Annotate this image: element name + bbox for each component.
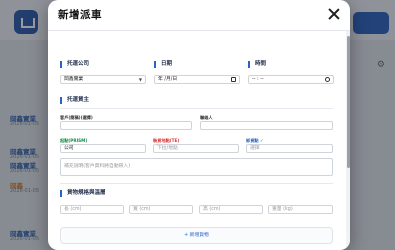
cargo-width-input[interactable]: 寬 (cm)	[129, 205, 193, 214]
loading-point-input[interactable]: 下拉/地點	[153, 144, 239, 153]
scrollbar-thumb[interactable]	[347, 36, 350, 168]
clock-icon	[325, 77, 330, 82]
add-cargo-button[interactable]: + 新增貨物	[60, 227, 333, 244]
shipper-section-label: 托運貨主	[60, 97, 89, 104]
chevron-down-icon: ▼	[138, 77, 142, 82]
company-select[interactable]: 岡鑫實業 ▼	[60, 75, 146, 84]
time-input-value: -- : --	[252, 77, 264, 82]
time-input[interactable]: -- : --	[248, 75, 334, 84]
close-icon[interactable]	[327, 7, 341, 21]
unloading-point-input[interactable]: 選擇	[246, 144, 333, 153]
cargo-section-label: 貨物規格與溫層	[60, 190, 106, 197]
date-input[interactable]: 年 /月/日	[154, 75, 240, 84]
date-section-label: 日期	[154, 61, 172, 68]
cargo-weight-input[interactable]: 重量 (kg)	[268, 205, 333, 214]
cargo-height-input[interactable]: 高 (cm)	[199, 205, 263, 214]
contact-input[interactable]	[200, 121, 333, 130]
company-select-value: 岡鑫實業	[64, 77, 84, 82]
section-divider	[60, 183, 333, 184]
section-divider	[60, 108, 333, 109]
prism-input[interactable]: 公司	[60, 144, 146, 153]
modal-title: 新增派車	[58, 9, 102, 21]
header-divider	[48, 30, 350, 31]
notes-textarea[interactable]: 補充說明(客戶資料將自動帶入)	[60, 158, 333, 176]
calendar-icon	[231, 77, 236, 82]
company-section-label: 托運公司	[60, 61, 89, 68]
time-section-label: 時間	[248, 61, 266, 68]
cargo-length-input[interactable]: 長 (cm)	[60, 205, 124, 214]
date-input-value: 年 /月/日	[158, 77, 178, 82]
customer-input[interactable]	[60, 121, 192, 130]
new-dispatch-modal: 新增派車 托運公司 日期 時間 岡鑫實業 ▼ 年 /月/日 -- : -- 托運…	[48, 0, 350, 250]
